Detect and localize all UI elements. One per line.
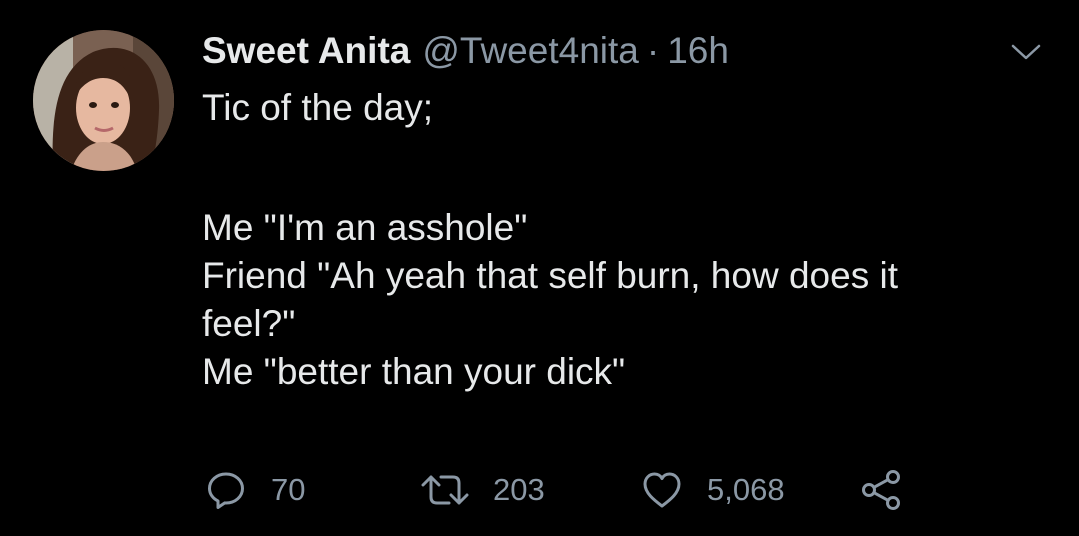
tweet-menu-button[interactable] xyxy=(1008,40,1044,64)
reply-icon xyxy=(208,472,244,509)
tweet-line: Me "I'm an asshole" xyxy=(202,207,528,248)
tweet-line: feel?" xyxy=(202,303,296,344)
reply-count: 70 xyxy=(271,472,306,507)
retweet-count: 203 xyxy=(493,472,545,507)
separator-dot: · xyxy=(646,30,660,71)
share-icon xyxy=(862,470,900,510)
display-name[interactable]: Sweet Anita xyxy=(202,28,410,74)
retweet-button[interactable]: 203 xyxy=(421,468,545,512)
tweet-line: Tic of the day; xyxy=(202,87,434,128)
tweet: Sweet Anita @Tweet4nita · 16h Tic of the… xyxy=(0,0,1079,536)
tweet-line: Me "better than your dick" xyxy=(202,351,626,392)
heart-icon xyxy=(643,472,681,508)
avatar-image xyxy=(33,30,174,171)
like-button[interactable]: 5,068 xyxy=(641,468,785,512)
tweet-line: Friend "Ah yeah that self burn, how does… xyxy=(202,255,898,296)
tweet-header: Sweet Anita @Tweet4nita · 16h xyxy=(202,28,729,74)
tweet-actions: 70 203 5,068 xyxy=(205,468,905,512)
retweet-icon xyxy=(421,475,469,505)
share-button[interactable] xyxy=(859,468,903,512)
handle[interactable]: @Tweet4nita xyxy=(422,28,639,74)
like-count: 5,068 xyxy=(707,472,785,507)
chevron-down-icon xyxy=(1011,44,1041,60)
avatar[interactable] xyxy=(33,30,174,171)
reply-button[interactable]: 70 xyxy=(205,468,305,512)
tweet-text: Tic of the day; Me "I'm an asshole" Frie… xyxy=(202,84,1062,396)
timestamp[interactable]: 16h xyxy=(667,28,729,74)
